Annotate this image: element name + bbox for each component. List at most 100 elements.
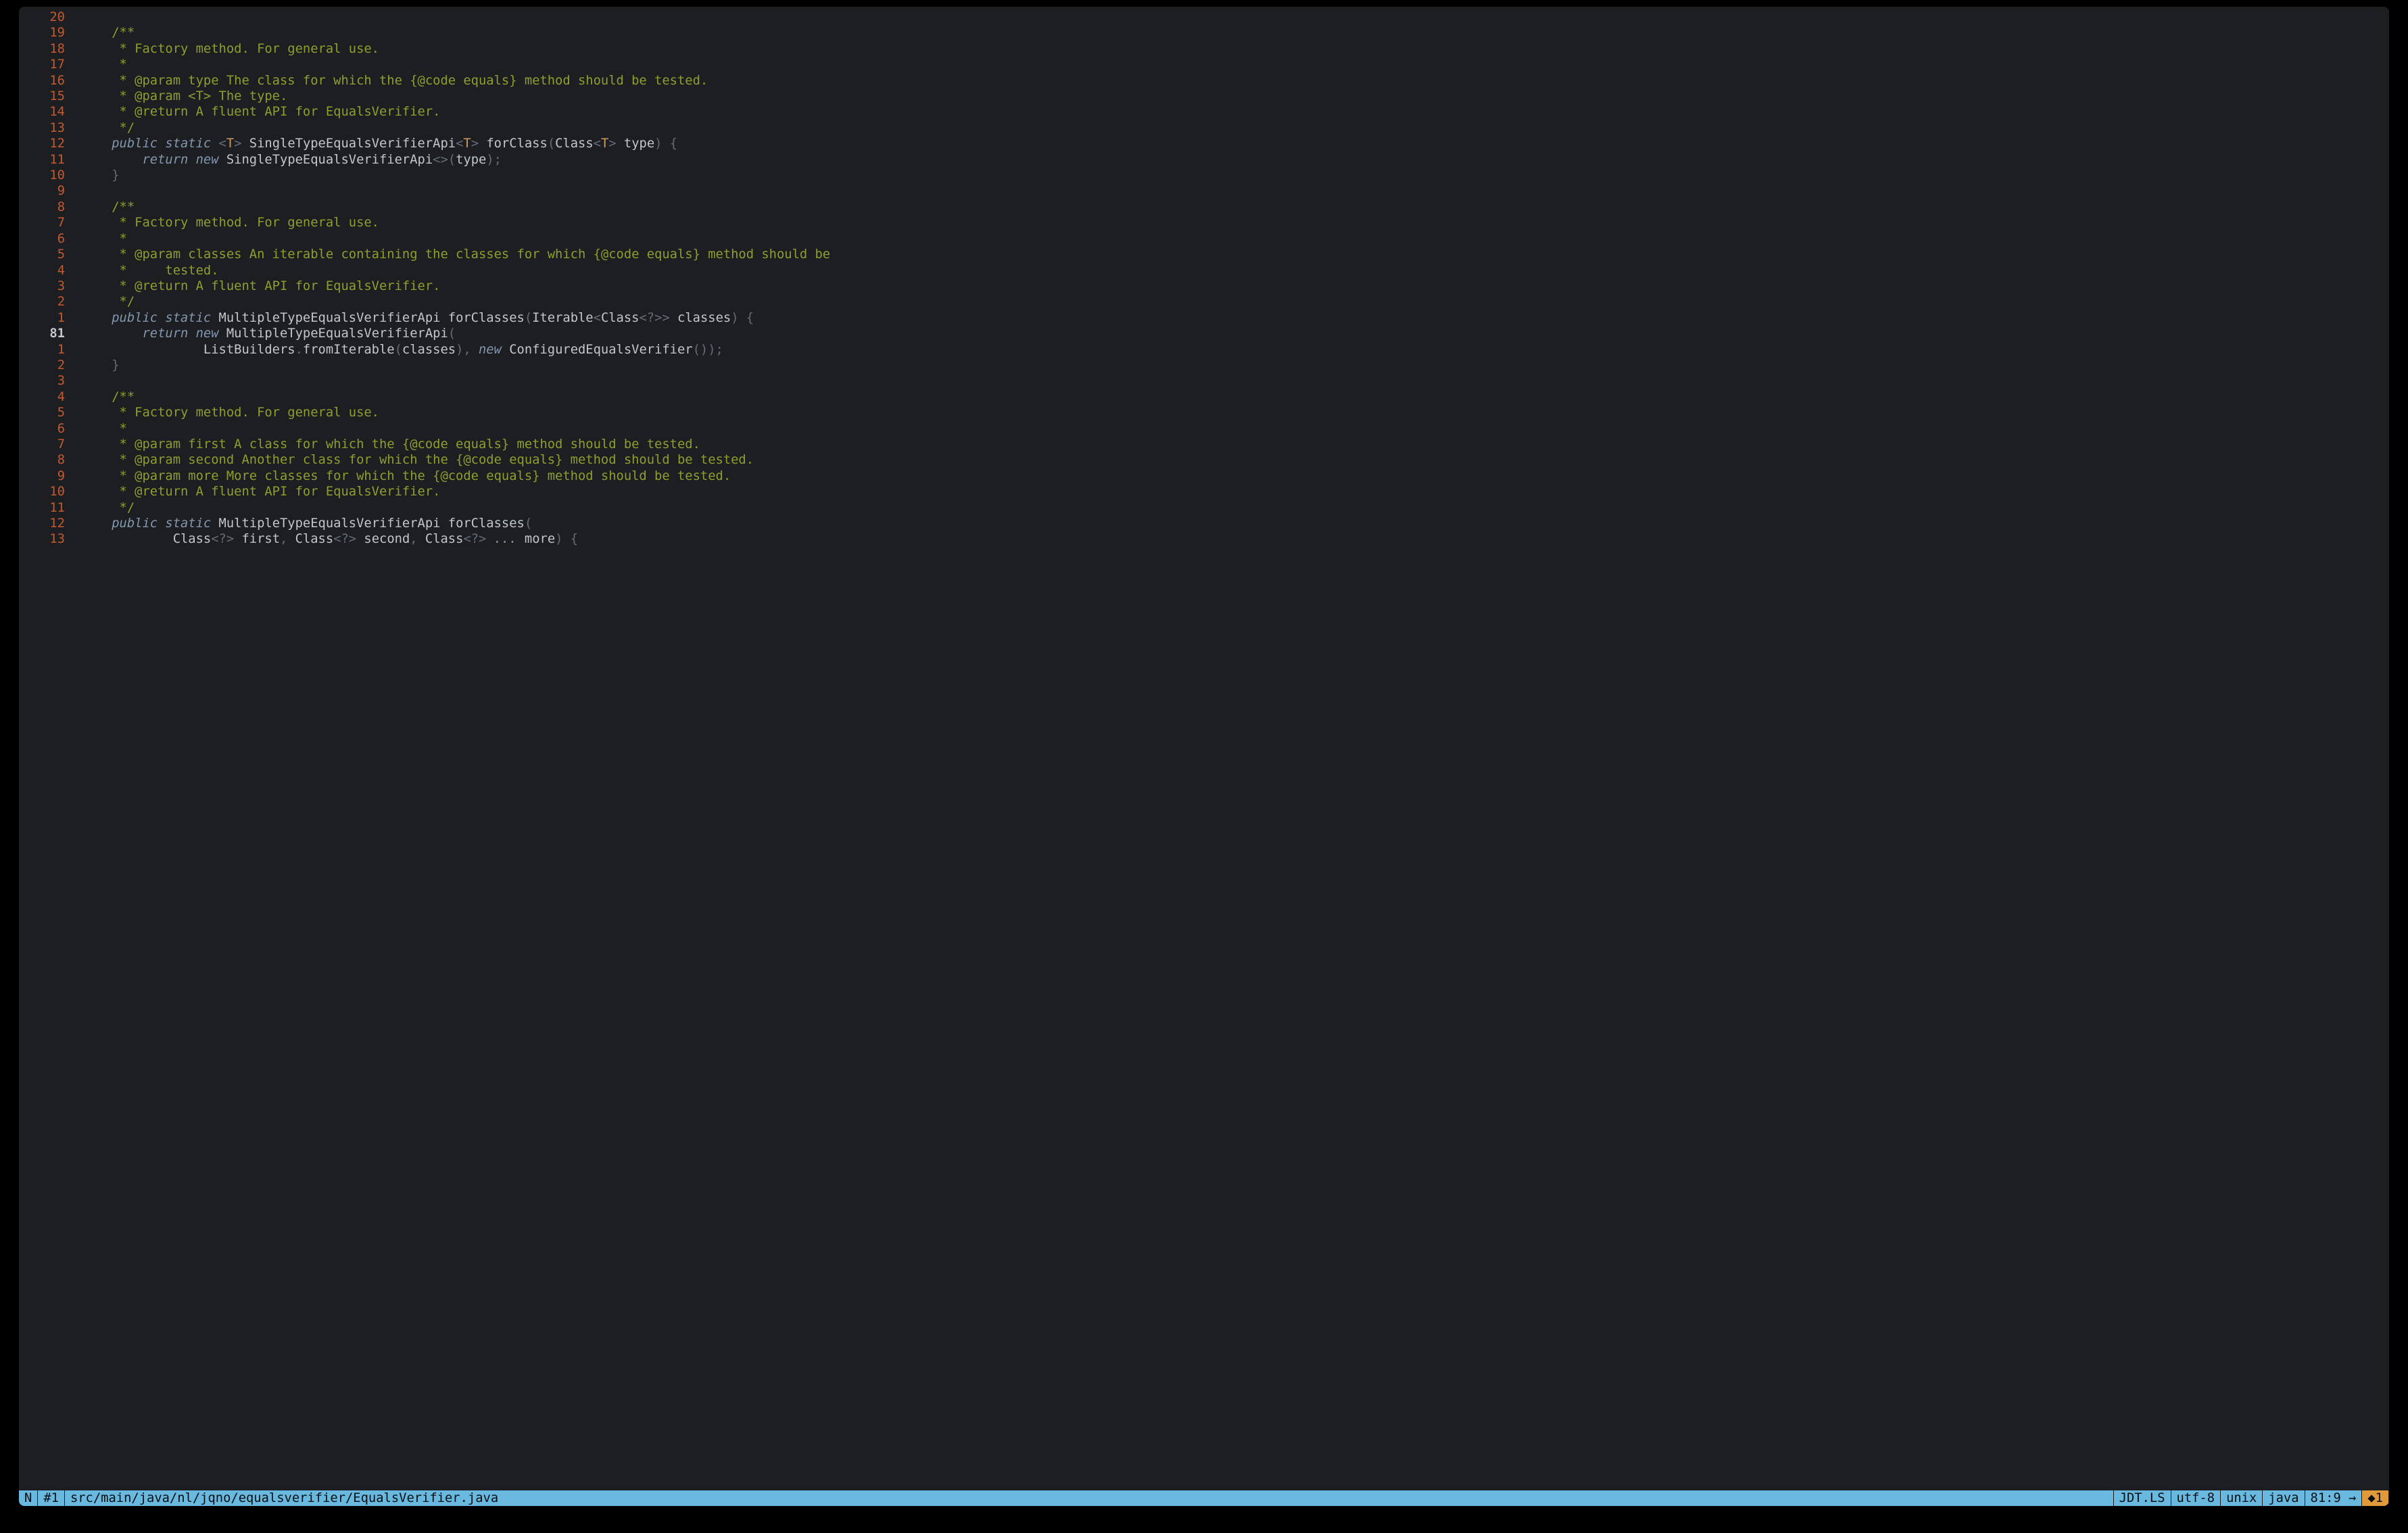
code-line[interactable]: 8 * @param second Another class for whic… [19, 452, 2389, 468]
code-content[interactable]: /** [69, 25, 2389, 41]
code-line[interactable]: 11 return new SingleTypeEqualsVerifierAp… [19, 152, 2389, 168]
token-pn: ) { [555, 532, 578, 546]
code-line[interactable]: 5 * @param classes An iterable containin… [19, 247, 2389, 262]
code-line[interactable]: 1 ListBuilders.fromIterable(classes), ne… [19, 342, 2389, 358]
code-content[interactable]: * @param classes An iterable containing … [69, 247, 2389, 262]
code-line[interactable]: 15 * @param <T> The type. [19, 89, 2389, 104]
code-content[interactable]: * [69, 231, 2389, 247]
code-content[interactable]: * @param type The class for which the {@… [69, 73, 2389, 89]
code-line[interactable]: 3 [19, 373, 2389, 389]
code-content[interactable]: * @return A fluent API for EqualsVerifie… [69, 104, 2389, 120]
code-line[interactable]: 10 } [19, 168, 2389, 183]
token-c: * @param type The class for which the {@… [112, 74, 708, 88]
code-line[interactable]: 7 * @param first A class for which the {… [19, 437, 2389, 452]
code-line[interactable]: 8 /** [19, 199, 2389, 215]
code-line[interactable]: 7 * Factory method. For general use. [19, 215, 2389, 230]
code-line[interactable]: 9 * @param more More classes for which t… [19, 468, 2389, 484]
token-c: */ [112, 501, 135, 515]
code-line[interactable]: 12 public static MultipleTypeEqualsVerif… [19, 516, 2389, 531]
code-line[interactable]: 2 } [19, 358, 2389, 373]
lsp-name: JDT.LS [2114, 1490, 2171, 1506]
code-content[interactable]: * @return A fluent API for EqualsVerifie… [69, 278, 2389, 294]
token-kw: public [112, 137, 158, 151]
line-number: 7 [19, 437, 69, 452]
code-content[interactable]: return new MultipleTypeEqualsVerifierApi… [69, 326, 2389, 341]
token-pn [211, 137, 218, 151]
token-c: */ [112, 295, 135, 309]
code-content[interactable] [69, 373, 2389, 389]
code-content[interactable]: * [69, 421, 2389, 437]
code-content[interactable]: * [69, 57, 2389, 72]
code-editor[interactable]: 2019 /**18 * Factory method. For general… [19, 7, 2389, 1490]
code-line[interactable]: 1 public static MultipleTypeEqualsVerifi… [19, 310, 2389, 326]
diagnostics-indicator[interactable]: ◆1 [2362, 1490, 2389, 1506]
token-pn: > [234, 137, 249, 151]
code-line[interactable]: 4 * tested. [19, 263, 2389, 278]
token-id: first [241, 532, 280, 546]
code-content[interactable]: * Factory method. For general use. [69, 215, 2389, 230]
code-content[interactable]: * @param first A class for which the {@c… [69, 437, 2389, 452]
code-line[interactable]: 4 /** [19, 389, 2389, 405]
token-kw: public [112, 516, 158, 531]
code-content[interactable]: Class<?> first, Class<?> second, Class<?… [69, 531, 2389, 547]
code-line[interactable]: 81 return new MultipleTypeEqualsVerifier… [19, 326, 2389, 341]
code-line[interactable]: 10 * @return A fluent API for EqualsVeri… [19, 484, 2389, 500]
code-content[interactable]: } [69, 358, 2389, 373]
line-number: 1 [19, 310, 69, 326]
token-id: classes [677, 311, 731, 325]
code-content[interactable]: public static <T> SingleTypeEqualsVerifi… [69, 136, 2389, 151]
code-line[interactable]: 2 */ [19, 294, 2389, 310]
line-number: 17 [19, 57, 69, 72]
file-path: src/main/java/nl/jqno/equalsverifier/Equ… [65, 1490, 2114, 1506]
token-kw: ... [486, 532, 525, 546]
token-kw: new [196, 326, 219, 341]
code-content[interactable]: ListBuilders.fromIterable(classes), new … [69, 342, 2389, 358]
code-content[interactable] [69, 183, 2389, 199]
token-ty: Class [425, 532, 464, 546]
code-line[interactable]: 16 * @param type The class for which the… [19, 73, 2389, 89]
code-content[interactable]: /** [69, 199, 2389, 215]
code-content[interactable]: * @param <T> The type. [69, 89, 2389, 104]
code-line[interactable]: 13 */ [19, 120, 2389, 136]
code-content[interactable]: */ [69, 120, 2389, 136]
code-line[interactable]: 18 * Factory method. For general use. [19, 41, 2389, 57]
token-kw: static [165, 137, 211, 151]
code-content[interactable]: */ [69, 294, 2389, 310]
code-content[interactable]: * tested. [69, 263, 2389, 278]
code-content[interactable]: */ [69, 500, 2389, 516]
code-line[interactable]: 6 * [19, 231, 2389, 247]
code-line[interactable]: 5 * Factory method. For general use. [19, 405, 2389, 420]
token-pn [188, 153, 195, 167]
code-line[interactable]: 13 Class<?> first, Class<?> second, Clas… [19, 531, 2389, 547]
code-line[interactable]: 17 * [19, 57, 2389, 72]
token-ty: Iterable [532, 311, 593, 325]
code-content[interactable]: public static MultipleTypeEqualsVerifier… [69, 516, 2389, 531]
code-line[interactable]: 6 * [19, 421, 2389, 437]
code-content[interactable]: public static MultipleTypeEqualsVerifier… [69, 310, 2389, 326]
file-format: unix [2221, 1490, 2263, 1506]
code-content[interactable]: * @return A fluent API for EqualsVerifie… [69, 484, 2389, 500]
code-line[interactable]: 3 * @return A fluent API for EqualsVerif… [19, 278, 2389, 294]
code-content[interactable]: /** [69, 389, 2389, 405]
code-line[interactable]: 14 * @return A fluent API for EqualsVeri… [19, 104, 2389, 120]
file-type: java [2263, 1490, 2305, 1506]
line-number: 8 [19, 199, 69, 215]
token-id: second [364, 532, 410, 546]
line-number: 6 [19, 421, 69, 437]
code-content[interactable]: * @param more More classes for which the… [69, 468, 2389, 484]
code-line[interactable]: 20 [19, 9, 2389, 25]
token-pn: ), [456, 343, 479, 357]
line-number: 12 [19, 516, 69, 531]
code-line[interactable]: 11 */ [19, 500, 2389, 516]
code-content[interactable]: * Factory method. For general use. [69, 405, 2389, 420]
code-content[interactable] [69, 9, 2389, 25]
code-content[interactable]: } [69, 168, 2389, 183]
code-line[interactable]: 9 [19, 183, 2389, 199]
token-c: * @return A fluent API for EqualsVerifie… [112, 485, 440, 499]
code-content[interactable]: return new SingleTypeEqualsVerifierApi<>… [69, 152, 2389, 168]
code-line[interactable]: 19 /** [19, 25, 2389, 41]
cursor-position: 81:9 → [2305, 1490, 2363, 1506]
code-content[interactable]: * Factory method. For general use. [69, 41, 2389, 57]
code-line[interactable]: 12 public static <T> SingleTypeEqualsVer… [19, 136, 2389, 151]
code-content[interactable]: * @param second Another class for which … [69, 452, 2389, 468]
